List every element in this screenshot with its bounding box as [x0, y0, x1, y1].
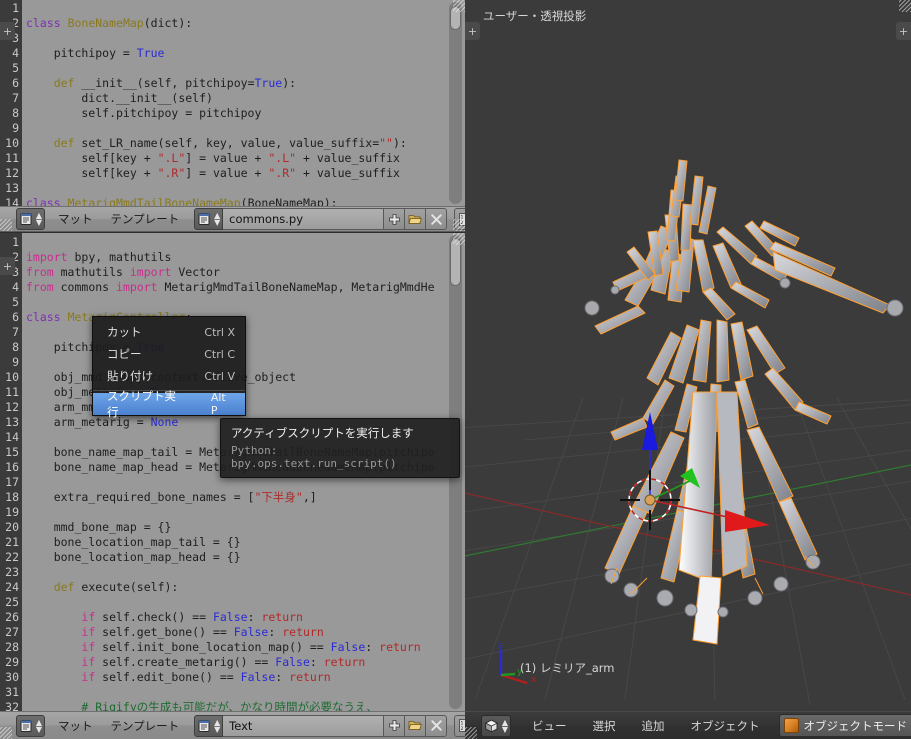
svg-text:2: 2 — [460, 726, 463, 732]
text-datablock-icon — [198, 719, 210, 732]
text-editor-icon — [20, 719, 32, 732]
interaction-mode-selector[interactable]: オブジェクトモード ▲▼ — [778, 714, 911, 737]
context-menu-item-cut[interactable]: カット Ctrl X — [93, 321, 245, 343]
new-text-button-top[interactable] — [384, 208, 406, 230]
area-corner-grip-header-top-right[interactable] — [453, 219, 465, 231]
line-numbers-bottom: 1 2 3 4 5 6 7 8 9 10 11 12 13 14 15 16 17 18 19 20 21 22 23 24 2… — [5, 235, 19, 711]
open-text-button-bottom[interactable] — [405, 714, 427, 737]
chevron-updown-icon: ▲ ▼ — [214, 717, 221, 734]
menu-templates-bottom[interactable]: テンプレート — [102, 714, 189, 738]
menu-add[interactable]: 追加 — [633, 714, 674, 738]
area-corner-grip-viewport-top-right[interactable] — [899, 0, 911, 12]
plus-icon — [388, 720, 400, 731]
text-editor-header-top: ▲ ▼ マット テンプレート ▲ ▼ commons.py 1 — [0, 206, 465, 232]
area-corner-grip-bottom-right[interactable] — [453, 233, 465, 245]
unlink-text-button-top[interactable] — [426, 208, 448, 230]
viewport-object-label: (1) レミリア_arm — [520, 661, 615, 675]
3d-view-header: ▲▼ ビュー 選択 追加 オブジェクト オブジェクトモード ▲▼ — [465, 711, 911, 739]
close-icon — [430, 720, 442, 731]
datablock-name-field-top[interactable]: commons.py — [223, 208, 385, 230]
folder-open-icon — [408, 721, 423, 730]
context-menu-item-shortcut: Ctrl V — [204, 369, 235, 383]
context-menu-item-label: スクリプト実行 — [107, 389, 176, 419]
area-corner-grip-header-top-left[interactable] — [0, 219, 12, 231]
editor-type-selector-bottom[interactable]: ▲ ▼ — [16, 714, 45, 737]
scrollbar-thumb-bottom[interactable] — [450, 238, 461, 286]
datablock-name-field-bottom[interactable]: Text — [223, 714, 385, 737]
unlink-text-button-bottom[interactable] — [426, 714, 448, 737]
datablock-browse-button-bottom[interactable]: ▲ ▼ — [194, 714, 224, 737]
datablock-browse-button-top[interactable]: ▲ ▼ — [194, 208, 224, 230]
context-menu-item-label: 貼り付け — [107, 369, 153, 383]
context-menu-item-shortcut: Ctrl X — [204, 325, 235, 339]
svg-text:1: 1 — [460, 721, 463, 727]
menu-format-top[interactable]: マット — [49, 207, 102, 231]
svg-text:x: x — [531, 675, 537, 685]
close-icon — [430, 213, 442, 225]
area-corner-grip-top-right[interactable] — [453, 0, 465, 12]
editor-type-selector-top[interactable]: ▲ ▼ — [16, 208, 45, 230]
folder-open-icon — [408, 214, 423, 224]
area-corner-grip-header-bottom-left[interactable] — [0, 727, 12, 739]
text-editor-icon — [20, 213, 32, 225]
menu-select[interactable]: 選択 — [584, 714, 625, 738]
interaction-mode-label: オブジェクトモード — [803, 718, 908, 733]
text-editor-header-bottom: ▲ ▼ マット テンプレート ▲ ▼ Text 1 2 — [0, 711, 465, 739]
text-datablock-widget-bottom: ▲ ▼ Text — [194, 714, 448, 737]
viewport-properties-toggle-icon[interactable]: + — [896, 22, 911, 40]
text-context-menu[interactable]: カット Ctrl X コピー Ctrl C 貼り付け Ctrl V スクリプト実… — [92, 316, 246, 419]
code-area-top[interactable]: class BoneNameMap(dict): pitchipoy = Tru… — [22, 0, 447, 206]
context-menu-item-paste[interactable]: 貼り付け Ctrl V — [93, 365, 245, 387]
context-menu-item-label: コピー — [107, 347, 142, 361]
text-editor-top: 1 2 3 4 5 6 7 8 9 10 11 12 13 14 class BoneNameMap(di… — [0, 0, 465, 206]
viewport-toolshelf-toggle-icon[interactable]: + — [465, 22, 480, 40]
text-view-toggles-bottom: 1 2 a b — [454, 714, 465, 737]
menu-templates-top[interactable]: テンプレート — [102, 207, 189, 231]
run-script-tooltip: アクティブスクリプトを実行します Python: bpy.ops.text.ru… — [220, 418, 460, 478]
tooltip-title: アクティブスクリプトを実行します — [231, 426, 414, 440]
toggle-line-numbers-bottom[interactable]: 1 2 — [454, 714, 465, 737]
chevron-updown-icon: ▲ ▼ — [35, 717, 43, 734]
context-menu-item-shortcut: Ctrl C — [204, 347, 235, 361]
viewport-view-label: ユーザー・透視投影 — [483, 9, 587, 23]
context-menu-item-label: カット — [107, 325, 142, 339]
viewport-canvas: z y x — [465, 0, 911, 711]
context-menu-item-copy[interactable]: コピー Ctrl C — [93, 343, 245, 365]
chevron-updown-icon: ▲ ▼ — [501, 717, 509, 734]
3d-view-icon — [485, 719, 498, 732]
context-menu-item-shortcut: Alt P — [210, 391, 226, 417]
area-corner-grip-viewport-header-left[interactable] — [465, 727, 477, 739]
3d-viewport[interactable]: z y x ユーザー・透視投影 (1) レミリア_arm + + — [465, 0, 911, 711]
chevron-updown-icon: ▲ ▼ — [214, 211, 221, 227]
region-toggle-plus-icon-bottom[interactable]: + — [0, 257, 15, 275]
chevron-updown-icon: ▲ ▼ — [35, 211, 43, 227]
text-datablock-widget-top: ▲ ▼ commons.py — [194, 208, 448, 230]
menu-format-bottom[interactable]: マット — [49, 714, 102, 738]
open-text-button-top[interactable] — [405, 208, 427, 230]
context-menu-item-run-script[interactable]: スクリプト実行 Alt P — [93, 389, 245, 419]
plus-icon — [388, 213, 400, 225]
tooltip-python-expression: Python: bpy.ops.text.run_script() — [231, 444, 397, 470]
vertical-scrollbar-top[interactable] — [449, 2, 462, 204]
svg-text:z: z — [498, 641, 503, 651]
object-mode-icon — [783, 718, 799, 733]
new-text-button-bottom[interactable] — [384, 714, 406, 737]
blender-window: 1 2 3 4 5 6 7 8 9 10 11 12 13 14 class BoneNameMap(di… — [0, 0, 911, 739]
text-datablock-icon — [198, 213, 210, 225]
menu-object[interactable]: オブジェクト — [682, 714, 769, 738]
region-toggle-plus-icon-top[interactable]: + — [0, 22, 15, 40]
editor-type-selector-viewport[interactable]: ▲ ▼ — [481, 714, 511, 737]
menu-view[interactable]: ビュー — [523, 714, 576, 738]
